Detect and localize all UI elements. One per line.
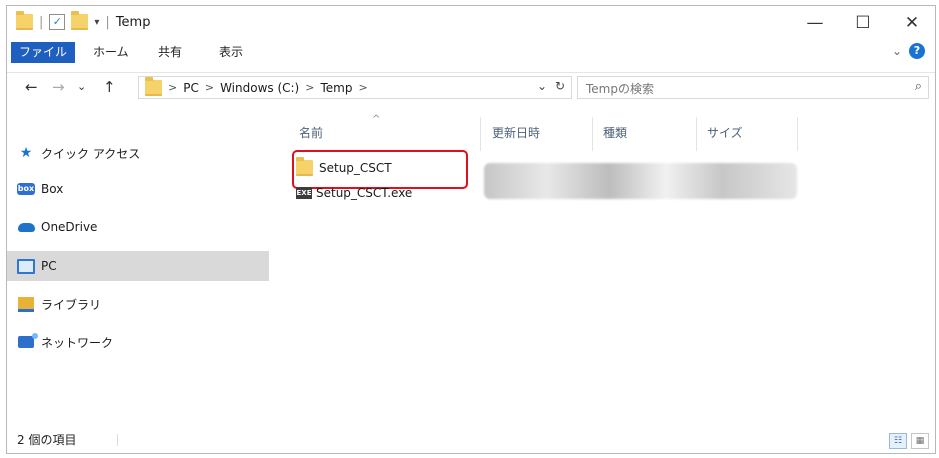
address-dropdown-icon[interactable]: ⌄	[537, 79, 547, 93]
address-row: ← → ⌄ ↑ > PC > Windows (C:) > Temp > ⌄ ↻…	[7, 72, 935, 101]
box-icon: box	[17, 183, 35, 195]
tab-home[interactable]: ホーム	[85, 42, 137, 63]
toolbar-separator: |	[105, 14, 110, 30]
column-header-size[interactable]: サイズ	[707, 124, 743, 141]
breadcrumb-separator[interactable]: >	[168, 81, 177, 94]
maximize-button[interactable]: ☐	[853, 13, 873, 33]
large-icons-view-icon[interactable]: ▦	[911, 433, 929, 449]
ribbon-collapse-icon[interactable]: ⌄	[892, 44, 902, 58]
network-icon	[18, 333, 38, 348]
status-divider	[117, 434, 118, 446]
list-item-setup-csct-exe[interactable]: EXE Setup_CSCT.exe	[296, 183, 412, 203]
sidebar-item-label: クイック アクセス	[41, 146, 141, 161]
view-switcher: ☷ ▦	[889, 433, 929, 449]
status-item-count: 2 個の項目	[17, 433, 77, 447]
back-icon[interactable]: ←	[25, 78, 38, 96]
cloud-icon	[17, 222, 35, 232]
sidebar-item-libraries[interactable]: ライブラリ	[7, 289, 269, 319]
tab-view[interactable]: 表示	[211, 42, 251, 63]
breadcrumb-temp[interactable]: Temp	[320, 81, 352, 95]
library-icon	[18, 296, 34, 312]
customize-toolbar-icon[interactable]: ▾	[94, 17, 99, 28]
properties-icon[interactable]: ✓	[49, 14, 66, 30]
folder-icon	[16, 11, 33, 30]
forward-icon[interactable]: →	[52, 78, 65, 96]
sidebar-item-label: PC	[41, 259, 57, 273]
file-name: Setup_CSCT.exe	[316, 186, 413, 200]
column-divider[interactable]	[592, 117, 593, 151]
column-header-type[interactable]: 種類	[603, 124, 627, 141]
toolbar-separator: |	[39, 14, 44, 30]
search-icon[interactable]: ⌕	[915, 79, 922, 94]
address-bar[interactable]: > PC > Windows (C:) > Temp > ⌄ ↻	[138, 76, 572, 99]
ribbon: ファイル ホーム 共有 表示 ⌄ ?	[7, 40, 935, 66]
file-explorer-window: | ✓ ▾ | Temp — ☐ ✕ ファイル ホーム 共有 表示 ⌄ ? ← …	[6, 5, 936, 454]
sidebar-item-network[interactable]: ネットワーク	[7, 327, 269, 357]
column-header-name[interactable]: 名前	[299, 124, 323, 141]
sidebar-item-label: OneDrive	[41, 220, 98, 234]
help-icon[interactable]: ?	[909, 43, 925, 59]
breadcrumb-pc[interactable]: PC	[183, 81, 199, 95]
search-placeholder: Tempの検索	[586, 82, 654, 96]
up-icon[interactable]: ↑	[103, 78, 116, 96]
column-header-date-modified[interactable]: 更新日時	[492, 124, 540, 141]
breadcrumb-separator[interactable]: >	[358, 81, 367, 94]
breadcrumb-separator[interactable]: >	[205, 81, 214, 94]
sidebar-item-onedrive[interactable]: OneDrive	[7, 212, 269, 242]
folder-icon	[145, 76, 162, 96]
redacted-details-region	[484, 163, 797, 199]
sidebar-item-box[interactable]: box Box	[7, 174, 269, 204]
sidebar-item-label: Box	[41, 182, 64, 196]
new-folder-icon[interactable]	[71, 11, 89, 30]
quick-access-toolbar: | ✓ ▾ | Temp	[16, 11, 151, 30]
pc-icon	[17, 258, 35, 274]
details-view-icon[interactable]: ☷	[889, 433, 907, 449]
sort-indicator-icon: ^	[372, 114, 381, 125]
title-bar: | ✓ ▾ | Temp — ☐ ✕	[7, 6, 935, 40]
refresh-icon[interactable]: ↻	[555, 79, 565, 93]
close-button[interactable]: ✕	[902, 13, 922, 33]
sidebar-item-label: ネットワーク	[41, 335, 114, 350]
tab-share[interactable]: 共有	[150, 42, 190, 63]
recent-locations-icon[interactable]: ⌄	[77, 80, 86, 93]
navigation-pane: ★ クイック アクセス box Box OneDrive PC ライブラリ ネッ…	[7, 106, 269, 416]
tab-file[interactable]: ファイル	[11, 42, 76, 63]
column-divider[interactable]	[480, 117, 481, 151]
breadcrumb-separator[interactable]: >	[305, 81, 314, 94]
window-title: Temp	[115, 14, 151, 30]
sidebar-item-quick-access[interactable]: ★ クイック アクセス	[7, 138, 269, 168]
breadcrumb-windows-c[interactable]: Windows (C:)	[220, 81, 299, 95]
search-box[interactable]: Tempの検索 ⌕	[577, 76, 929, 99]
exe-icon: EXE	[296, 187, 312, 199]
column-divider[interactable]	[696, 117, 697, 151]
minimize-button[interactable]: —	[805, 13, 825, 33]
sidebar-item-pc[interactable]: PC	[7, 251, 269, 281]
column-divider[interactable]	[797, 117, 798, 151]
sidebar-item-label: ライブラリ	[41, 297, 102, 312]
star-icon: ★	[19, 145, 33, 161]
